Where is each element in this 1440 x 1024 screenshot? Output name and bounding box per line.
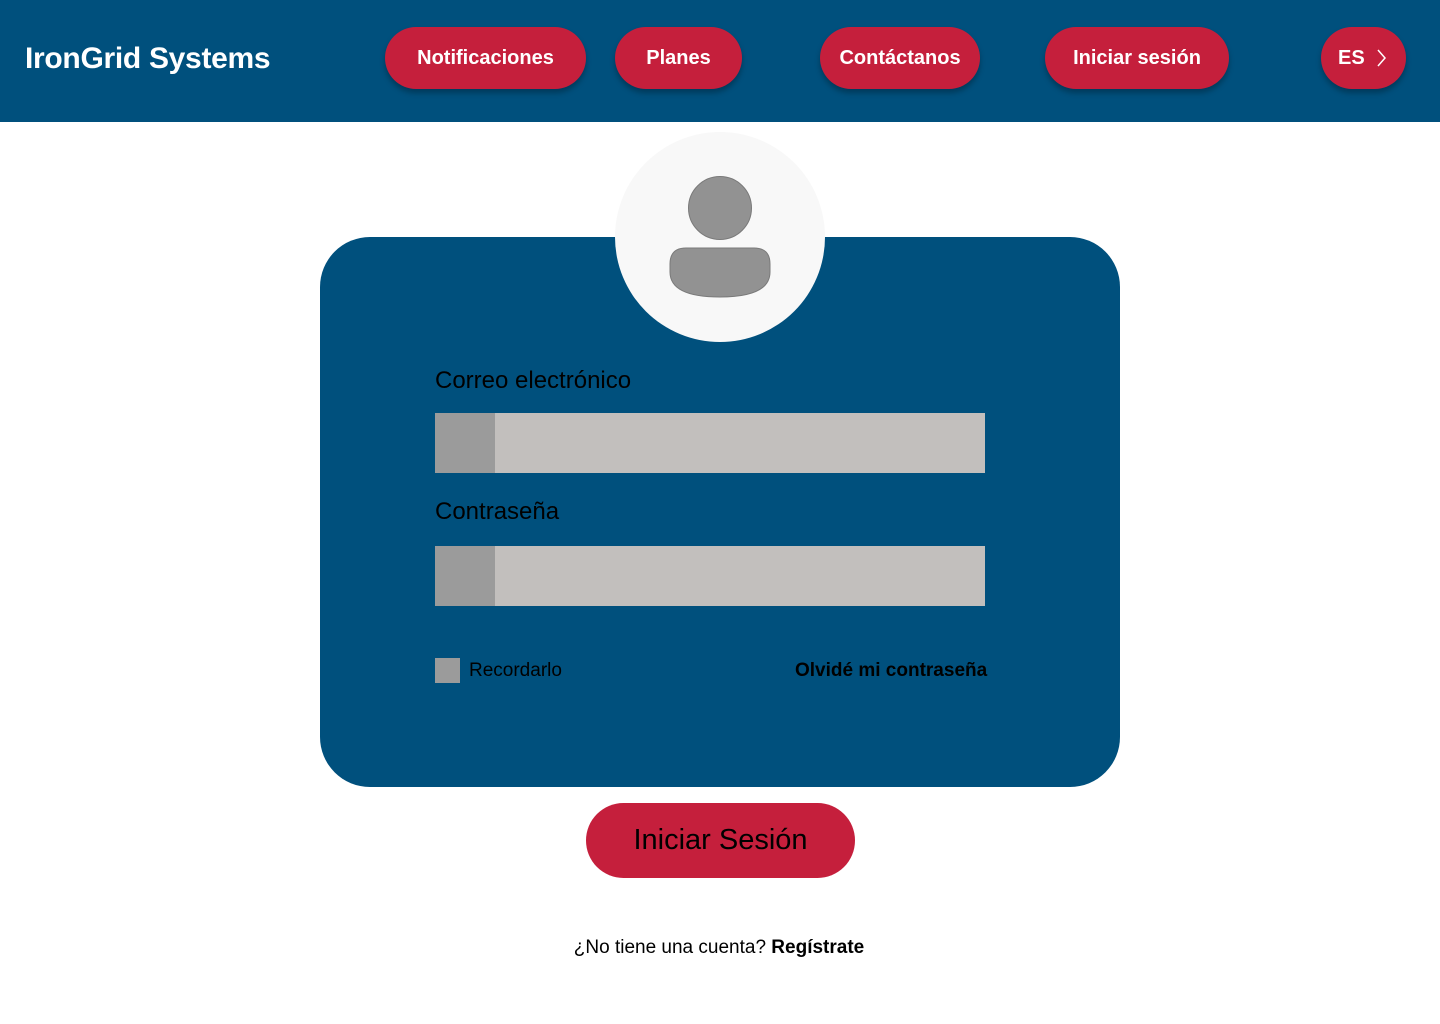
user-avatar-icon xyxy=(669,176,771,298)
signup-question: ¿No tiene una cuenta? xyxy=(573,937,767,958)
top-navbar: IronGrid Systems Notificaciones Planes C… xyxy=(0,0,1440,122)
forgot-password-link[interactable]: Olvidé mi contraseña xyxy=(795,660,987,682)
password-label: Contraseña xyxy=(435,498,560,525)
email-field-icon-box xyxy=(435,413,495,473)
remember-me-checkbox[interactable] xyxy=(435,658,460,683)
language-code: ES xyxy=(1338,46,1365,69)
signup-link[interactable]: Regístrate xyxy=(771,937,864,958)
nav-login-button[interactable]: Iniciar sesión xyxy=(1045,27,1229,89)
password-field-icon-box xyxy=(435,546,495,606)
remember-me-label: Recordarlo xyxy=(469,660,562,681)
nav-plans-button[interactable]: Planes xyxy=(615,27,742,89)
email-label: Correo electrónico xyxy=(435,367,632,394)
nav-notifications-button[interactable]: Notificaciones xyxy=(385,27,586,89)
brand-logo: IronGrid Systems xyxy=(25,42,271,75)
language-selector-button[interactable]: ES xyxy=(1321,27,1406,89)
nav-contact-button[interactable]: Contáctanos xyxy=(820,27,980,89)
login-submit-button[interactable]: Iniciar Sesión xyxy=(586,803,855,878)
password-field[interactable] xyxy=(435,546,985,606)
chevron-right-icon xyxy=(1377,49,1386,67)
user-avatar xyxy=(615,132,825,342)
email-field[interactable] xyxy=(435,413,985,473)
signup-prompt: ¿No tiene una cuenta? Regístrate xyxy=(0,937,1440,959)
